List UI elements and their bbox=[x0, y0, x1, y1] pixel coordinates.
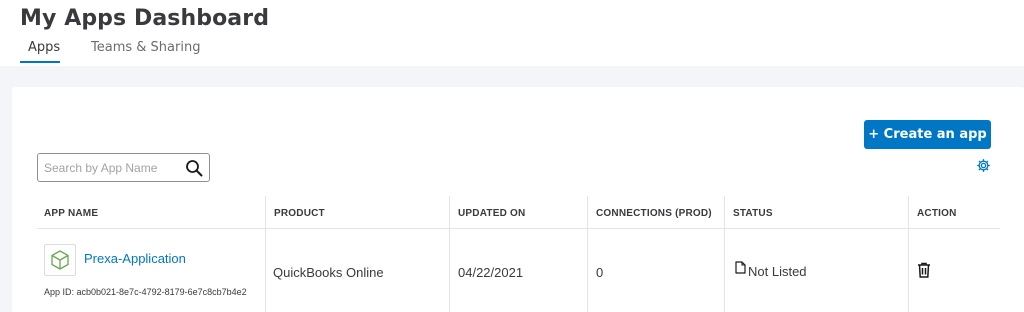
app-cube-icon bbox=[51, 250, 69, 270]
column-header-status[interactable]: STATUS bbox=[733, 208, 773, 219]
updated-on-cell: 04/22/2021 bbox=[458, 265, 524, 280]
column-header-product[interactable]: PRODUCT bbox=[274, 208, 325, 219]
page-header: My Apps Dashboard Apps Teams & Sharing bbox=[0, 0, 1024, 66]
column-divider bbox=[449, 196, 450, 312]
status-cell: Not Listed bbox=[748, 264, 807, 279]
column-header-connections[interactable]: CONNECTIONS (PROD) bbox=[596, 208, 712, 219]
page-title: My Apps Dashboard bbox=[20, 6, 270, 31]
column-divider bbox=[908, 196, 909, 312]
app-id-text: App ID: acb0b021-8e7c-4792-8179-6e7c8cb7… bbox=[44, 287, 247, 297]
create-app-button[interactable]: + Create an app bbox=[864, 120, 991, 149]
column-header-action: ACTION bbox=[917, 208, 957, 219]
gear-icon[interactable] bbox=[976, 158, 991, 173]
search-icon[interactable] bbox=[185, 159, 203, 177]
tab-apps-label: Apps bbox=[28, 40, 61, 55]
product-cell: QuickBooks Online bbox=[273, 265, 384, 280]
column-header-updated-on[interactable]: UPDATED ON bbox=[458, 208, 525, 219]
app-icon-box[interactable] bbox=[44, 244, 76, 276]
tab-apps[interactable]: Apps bbox=[20, 40, 61, 63]
tab-teams-sharing[interactable]: Teams & Sharing bbox=[91, 40, 200, 55]
search-input[interactable] bbox=[44, 159, 174, 176]
app-name-link[interactable]: Prexa-Application bbox=[84, 251, 186, 266]
tab-teams-sharing-label: Teams & Sharing bbox=[91, 40, 201, 55]
column-divider bbox=[265, 196, 266, 312]
column-header-app-name[interactable]: APP NAME bbox=[44, 208, 98, 219]
search-box bbox=[37, 153, 210, 182]
header-row-divider bbox=[37, 228, 1000, 229]
trash-icon[interactable] bbox=[917, 262, 931, 278]
connections-cell: 0 bbox=[596, 265, 604, 280]
document-icon bbox=[735, 261, 746, 274]
column-divider bbox=[587, 196, 588, 312]
column-divider bbox=[724, 196, 725, 312]
active-tab-indicator bbox=[20, 61, 60, 63]
